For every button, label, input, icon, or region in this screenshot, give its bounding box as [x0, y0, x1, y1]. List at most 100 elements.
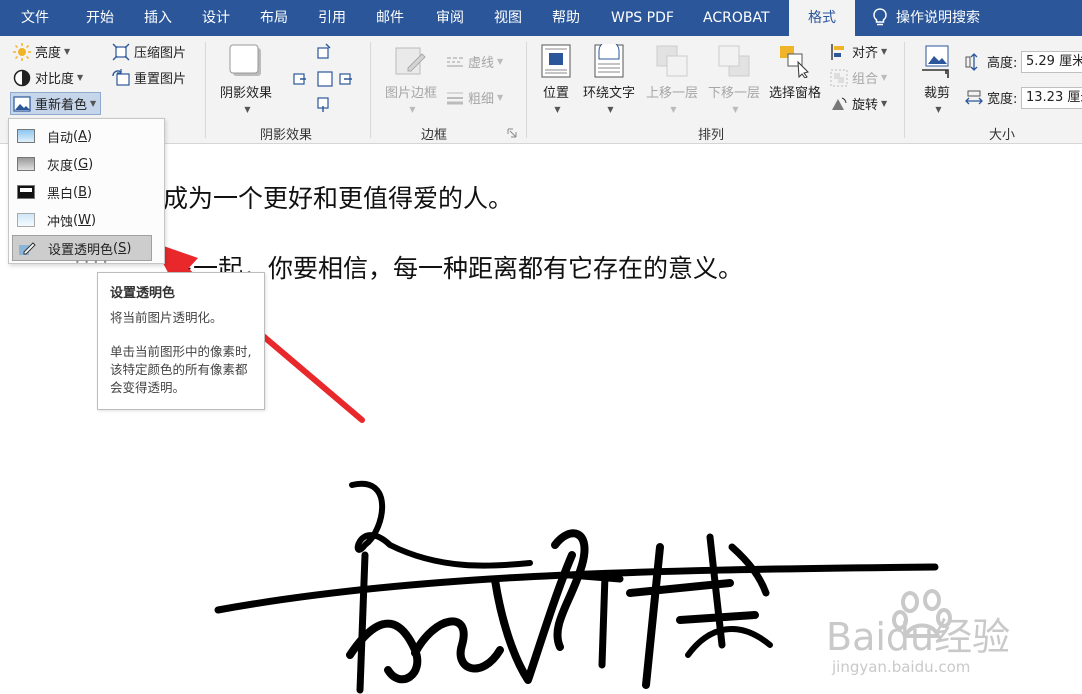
- menu-item-label: 自动: [47, 130, 74, 146]
- bring-forward-button[interactable]: 上移一层 ▼: [642, 44, 702, 116]
- dialog-launcher-icon[interactable]: [507, 128, 517, 138]
- height-input[interactable]: 5.29 厘米: [1021, 51, 1082, 73]
- tab-format[interactable]: 格式: [789, 0, 855, 36]
- chevron-down-icon: ▼: [409, 105, 416, 114]
- weight-button[interactable]: 粗细 ▼: [446, 88, 503, 107]
- menu-item-label: 黑白: [47, 186, 74, 202]
- washout-swatch-icon: [17, 213, 35, 227]
- tell-me-label: 操作说明搜索: [896, 10, 980, 26]
- rotate-button[interactable]: 旋转 ▼: [830, 94, 887, 113]
- chevron-down-icon: ▼: [90, 99, 97, 108]
- recolor-button[interactable]: 重新着色 ▼: [10, 92, 102, 115]
- auto-color-swatch-icon: [17, 129, 35, 143]
- lightbulb-icon: [873, 8, 887, 26]
- grayscale-swatch-icon: [17, 157, 35, 171]
- tab-acrobat[interactable]: ACROBAT: [703, 0, 770, 36]
- group-divider: [904, 42, 905, 138]
- menu-item-hotkey: B: [78, 184, 88, 200]
- position-label: 位置: [542, 86, 569, 101]
- chevron-down-icon: ▼: [497, 93, 504, 102]
- group-divider: [526, 42, 527, 138]
- tooltip-set-transparent-color: 设置透明色 将当前图片透明化。 单击当前图形中的像素时, 该特定颜色的所有像素都…: [97, 272, 265, 410]
- brightness-label: 亮度: [35, 46, 62, 61]
- menu-item-hotkey: W: [78, 212, 91, 228]
- picture-border-button[interactable]: 图片边框 ▼: [380, 44, 442, 116]
- tab-file[interactable]: 文件: [21, 0, 49, 36]
- document-text-line: 己成为一个更好和更值得爱的人。: [138, 184, 514, 213]
- crop-button[interactable]: 裁剪 ▼: [914, 44, 960, 116]
- recolor-label: 重新着色: [35, 98, 88, 113]
- black-white-swatch-icon: [17, 185, 35, 199]
- selection-pane-icon: [780, 46, 809, 78]
- send-backward-button[interactable]: 下移一层 ▼: [704, 44, 764, 116]
- menu-item-hotkey: G: [78, 156, 89, 172]
- sun-icon: [13, 42, 31, 61]
- height-label: 高度:: [987, 56, 1018, 71]
- chevron-down-icon: ▼: [881, 47, 888, 56]
- tab-insert[interactable]: 插入: [144, 0, 172, 36]
- compress-pictures-button[interactable]: 压缩图片: [112, 42, 186, 61]
- selection-pane-button[interactable]: 选择窗格: [764, 44, 826, 101]
- shadow-nudge-icon[interactable]: [288, 42, 360, 114]
- tab-home[interactable]: 开始: [86, 0, 114, 36]
- contrast-icon: [13, 69, 31, 86]
- menu-item-hotkey: S: [118, 240, 127, 256]
- tab-help[interactable]: 帮助: [552, 0, 580, 36]
- align-label: 对齐: [852, 46, 879, 61]
- width-label: 宽度:: [987, 92, 1018, 107]
- tab-references[interactable]: 引用: [318, 0, 346, 36]
- shadow-effects-label: 阴影效果: [219, 86, 272, 101]
- tooltip-title: 设置透明色: [110, 286, 176, 301]
- send-backward-label: 下移一层: [707, 86, 760, 101]
- recolor-option-black-white[interactable]: 黑白(B): [12, 179, 152, 205]
- height-control: 高度:: [965, 52, 1017, 71]
- picture-border-label: 图片边框: [384, 86, 437, 101]
- menu-item-hotkey: A: [78, 128, 87, 144]
- tab-wps-pdf[interactable]: WPS PDF: [611, 0, 674, 36]
- reset-picture-button[interactable]: 重置图片: [112, 68, 186, 87]
- resize-grip-icon[interactable]: • • • •: [75, 258, 109, 267]
- send-backward-icon: [718, 45, 750, 77]
- recolor-dropdown-menu: 自动(A) 灰度(G) 黑白(B) 冲蚀(W) 设置透明色(S) • • • •: [8, 118, 165, 267]
- shadow-effects-button[interactable]: 阴影效果 ▼: [216, 44, 276, 116]
- contrast-button[interactable]: 对比度 ▼: [13, 68, 83, 87]
- recolor-option-washout[interactable]: 冲蚀(W): [12, 207, 152, 233]
- align-button[interactable]: 对齐 ▼: [830, 42, 887, 61]
- recolor-option-auto[interactable]: 自动(A): [12, 123, 152, 149]
- dashes-icon: [447, 56, 463, 67]
- dashes-label: 虚线: [468, 56, 495, 71]
- watermark-url: jingyan.baidu.com: [832, 658, 971, 676]
- line-weight-icon: [447, 92, 463, 104]
- reset-label: 重置图片: [134, 72, 187, 87]
- tab-view[interactable]: 视图: [494, 0, 522, 36]
- tooltip-description: 单击当前图形中的像素时, 该特定颜色的所有像素都会变得透明。: [110, 344, 252, 395]
- recolor-option-grayscale[interactable]: 灰度(G): [12, 151, 152, 177]
- border-group-label: 边框: [421, 128, 448, 143]
- picture-icon: [13, 95, 31, 112]
- tab-mailings[interactable]: 邮件: [376, 0, 404, 36]
- chevron-down-icon: ▼: [881, 99, 888, 108]
- tab-layout[interactable]: 布局: [260, 0, 288, 36]
- width-control: 宽度:: [965, 88, 1017, 107]
- bring-forward-icon: [656, 45, 688, 77]
- wrap-text-button[interactable]: 环绕文字 ▼: [578, 44, 640, 116]
- wrap-text-label: 环绕文字: [582, 86, 635, 101]
- brightness-button[interactable]: 亮度 ▼: [13, 42, 70, 61]
- width-input[interactable]: 13.23 厘米: [1021, 87, 1082, 109]
- wrap-text-icon: [594, 44, 624, 78]
- group-divider: [205, 42, 206, 138]
- tell-me-search[interactable]: 操作说明搜索: [872, 0, 980, 36]
- tab-design[interactable]: 设计: [202, 0, 230, 36]
- tab-review[interactable]: 审阅: [436, 0, 464, 36]
- crop-label: 裁剪: [923, 86, 950, 101]
- dashes-button[interactable]: 虚线 ▼: [446, 52, 503, 71]
- height-icon: [965, 52, 978, 71]
- chevron-down-icon: ▼: [77, 73, 84, 82]
- watermark-brand: Baidu经验: [826, 615, 1011, 659]
- group-button[interactable]: 组合 ▼: [830, 68, 887, 87]
- contrast-label: 对比度: [35, 72, 75, 87]
- position-button[interactable]: 位置 ▼: [536, 44, 576, 116]
- chevron-down-icon: ▼: [881, 73, 888, 82]
- set-transparent-color-icon: [19, 242, 36, 255]
- compress-icon: [112, 43, 130, 60]
